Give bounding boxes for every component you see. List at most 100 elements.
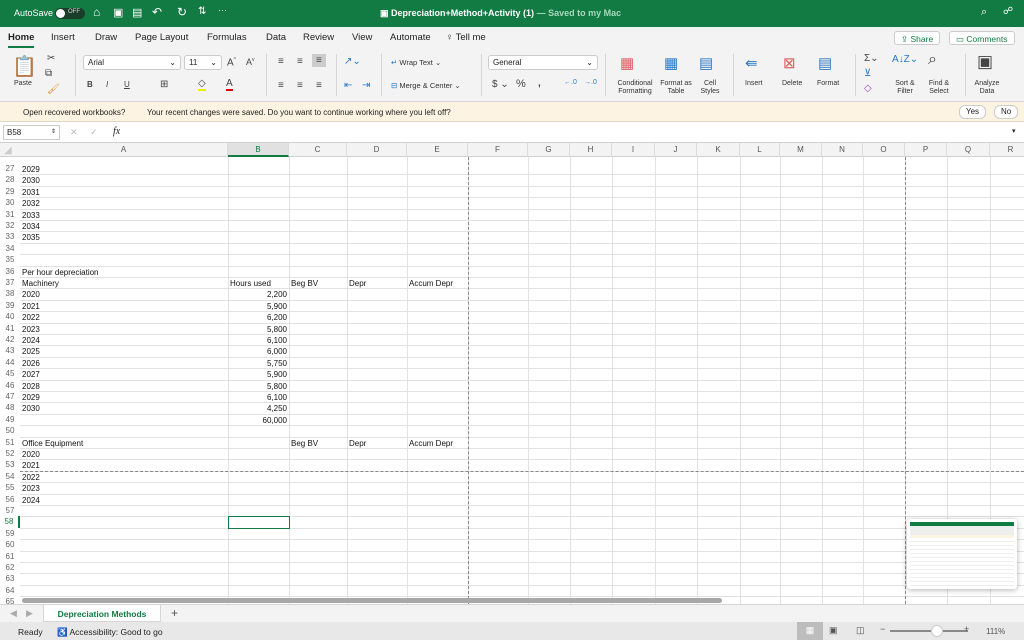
- row-header-27[interactable]: 27: [0, 163, 20, 174]
- tab-data[interactable]: Data: [266, 32, 286, 43]
- column-header-m[interactable]: M: [780, 143, 822, 157]
- clear-icon[interactable]: ◇: [864, 83, 872, 94]
- column-header-g[interactable]: G: [528, 143, 570, 157]
- bold-button[interactable]: B: [87, 80, 93, 89]
- increase-decimal-icon[interactable]: ←.0: [564, 79, 577, 86]
- increase-indent-icon[interactable]: ⇥: [362, 80, 370, 91]
- autosum-icon[interactable]: Σ⌄: [864, 53, 879, 64]
- more-icon[interactable]: ···: [218, 5, 227, 15]
- column-header-e[interactable]: E: [407, 143, 468, 157]
- decrease-font-icon[interactable]: Av: [246, 57, 255, 67]
- conditional-formatting-button[interactable]: Conditional Formatting: [612, 80, 658, 96]
- delete-cells-icon[interactable]: ⊠: [783, 54, 796, 72]
- row-header-43[interactable]: 43: [0, 345, 20, 356]
- column-header-n[interactable]: N: [822, 143, 863, 157]
- format-cells-icon[interactable]: ▤: [818, 54, 832, 72]
- cell-E51[interactable]: Accum Depr: [407, 438, 468, 449]
- cell-B38[interactable]: 2,200: [228, 289, 289, 300]
- font-size-select[interactable]: 11 ⌄: [184, 55, 222, 70]
- cell-B37[interactable]: Hours used: [228, 278, 289, 289]
- zoom-slider[interactable]: [890, 630, 968, 632]
- share-button[interactable]: ⇪ Share: [894, 31, 941, 45]
- format-as-table-button[interactable]: Format as Table: [658, 80, 694, 96]
- row-header-62[interactable]: 62: [0, 562, 20, 573]
- cell-A38[interactable]: 2020: [20, 289, 228, 300]
- redo-icon[interactable]: ↻: [177, 5, 187, 19]
- expand-formula-icon[interactable]: ▾: [1012, 127, 1016, 135]
- row-header-40[interactable]: 40: [0, 311, 20, 322]
- cell-B48[interactable]: 4,250: [228, 403, 289, 414]
- cell-styles-icon[interactable]: ▤: [699, 54, 713, 72]
- row-header-37[interactable]: 37: [0, 277, 20, 288]
- cut-icon[interactable]: ✂: [47, 53, 55, 64]
- row-header-31[interactable]: 31: [0, 209, 20, 220]
- column-header-r[interactable]: R: [990, 143, 1024, 157]
- row-header-64[interactable]: 64: [0, 585, 20, 596]
- name-box[interactable]: B58 ⇕: [3, 125, 60, 140]
- column-header-f[interactable]: F: [468, 143, 528, 157]
- prev-sheet-icon[interactable]: ◀: [10, 608, 17, 619]
- doc-title-wrap[interactable]: ▣ Depreciation+Method+Activity (1) — Sav…: [380, 8, 621, 19]
- cell-A36[interactable]: Per hour depreciation: [20, 267, 228, 278]
- cell-B47[interactable]: 6,100: [228, 392, 289, 403]
- row-header-39[interactable]: 39: [0, 300, 20, 311]
- column-header-l[interactable]: L: [740, 143, 780, 157]
- column-header-d[interactable]: D: [347, 143, 407, 157]
- row-header-53[interactable]: 53: [0, 459, 20, 470]
- tell-me[interactable]: ♀ Tell me: [446, 32, 486, 43]
- cell-B46[interactable]: 5,800: [228, 381, 289, 392]
- analyze-data-icon[interactable]: ▣: [977, 52, 993, 72]
- cell-A32[interactable]: 2034: [20, 221, 228, 232]
- format-painter-icon[interactable]: 🖌: [47, 84, 60, 95]
- row-header-63[interactable]: 63: [0, 573, 20, 584]
- row-header-48[interactable]: 48: [0, 402, 20, 413]
- cell-A27[interactable]: 2029: [20, 164, 228, 175]
- cell-A39[interactable]: 2021: [20, 301, 228, 312]
- row-header-55[interactable]: 55: [0, 482, 20, 493]
- enter-icon[interactable]: ✓: [90, 127, 98, 138]
- cell-A28[interactable]: 2030: [20, 175, 228, 186]
- row-header-32[interactable]: 32: [0, 220, 20, 231]
- row-header-59[interactable]: 59: [0, 528, 20, 539]
- cell-A47[interactable]: 2029: [20, 392, 228, 403]
- row-header-33[interactable]: 33: [0, 231, 20, 242]
- formula-input[interactable]: [135, 125, 1005, 140]
- tab-view[interactable]: View: [352, 32, 372, 43]
- cell-B41[interactable]: 5,800: [228, 324, 289, 335]
- row-header-51[interactable]: 51: [0, 437, 20, 448]
- cell-C37[interactable]: Beg BV: [289, 278, 347, 289]
- align-bottom-icon[interactable]: ≡: [312, 54, 326, 67]
- row-header-38[interactable]: 38: [0, 288, 20, 299]
- row-header-35[interactable]: 35: [0, 254, 20, 265]
- decrease-indent-icon[interactable]: ⇤: [344, 80, 352, 91]
- normal-view-icon[interactable]: ▦: [797, 622, 823, 640]
- paste-button[interactable]: Paste: [14, 80, 32, 88]
- zoom-slider-handle[interactable]: [930, 625, 943, 637]
- comments-button[interactable]: ▭ Comments: [949, 31, 1015, 45]
- row-header-65[interactable]: 65: [0, 596, 20, 604]
- column-header-j[interactable]: J: [655, 143, 697, 157]
- cell-A29[interactable]: 2031: [20, 187, 228, 198]
- cell-A30[interactable]: 2032: [20, 198, 228, 209]
- cell-A55[interactable]: 2023: [20, 483, 228, 494]
- row-header-41[interactable]: 41: [0, 323, 20, 334]
- align-center-icon[interactable]: ≡: [297, 80, 303, 91]
- row-header-34[interactable]: 34: [0, 243, 20, 254]
- cell-B45[interactable]: 5,900: [228, 369, 289, 380]
- currency-icon[interactable]: $ ⌄: [492, 79, 509, 90]
- cell-A46[interactable]: 2028: [20, 381, 228, 392]
- cell-A37[interactable]: Machinery: [20, 278, 228, 289]
- cancel-icon[interactable]: ✕: [70, 127, 78, 138]
- column-header-q[interactable]: Q: [947, 143, 990, 157]
- format-button[interactable]: Format: [817, 80, 839, 88]
- cell-A42[interactable]: 2024: [20, 335, 228, 346]
- cell-A54[interactable]: 2022: [20, 472, 228, 483]
- page-layout-view-icon[interactable]: ▣: [829, 625, 838, 636]
- align-middle-icon[interactable]: ≡: [297, 56, 303, 67]
- row-header-57[interactable]: 57: [0, 505, 20, 516]
- column-header-c[interactable]: C: [289, 143, 347, 157]
- next-sheet-icon[interactable]: ▶: [26, 608, 33, 619]
- find-select-button[interactable]: Find & Select: [925, 80, 953, 96]
- cell-A56[interactable]: 2024: [20, 495, 228, 506]
- align-top-icon[interactable]: ≡: [278, 56, 284, 67]
